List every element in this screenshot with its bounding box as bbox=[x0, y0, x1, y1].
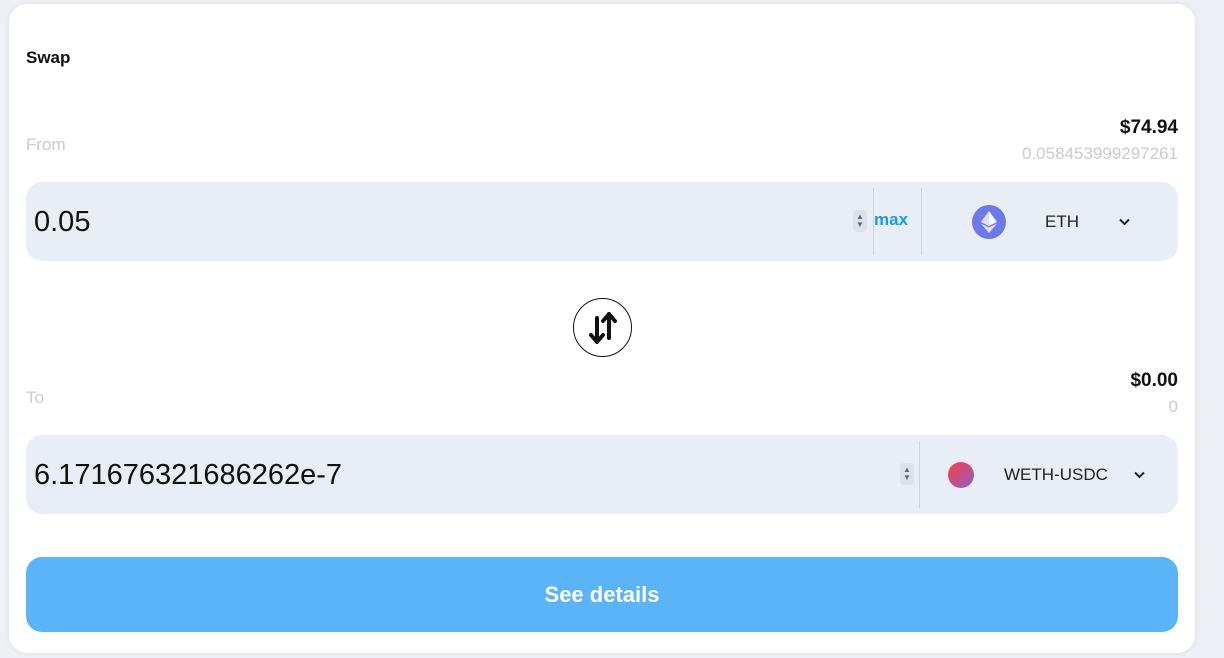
swap-arrows-icon bbox=[588, 311, 617, 344]
swap-card: Swap From $74.94 0.058453999297261 ▲ ▼ m… bbox=[9, 4, 1195, 653]
to-balance: 0 bbox=[1168, 397, 1178, 416]
to-token-selector[interactable]: WETH-USDC bbox=[948, 435, 1168, 514]
divider bbox=[919, 441, 920, 508]
to-usd-value: $0.00 bbox=[1130, 370, 1178, 391]
stepper-down-icon: ▼ bbox=[856, 220, 864, 229]
from-amount-input[interactable] bbox=[34, 206, 844, 239]
from-usd-value: $74.94 bbox=[1119, 117, 1178, 138]
to-amount-stepper[interactable]: ▲ ▼ bbox=[900, 463, 914, 485]
swap-direction-button[interactable] bbox=[573, 298, 632, 357]
page-title: Swap bbox=[26, 48, 71, 67]
max-button[interactable]: max bbox=[874, 210, 908, 230]
ethereum-icon bbox=[972, 204, 1006, 239]
weth-usdc-icon bbox=[948, 461, 974, 488]
from-balance: 0.058453999297261 bbox=[1022, 144, 1178, 163]
divider bbox=[921, 188, 922, 255]
from-token-selector[interactable]: ETH bbox=[972, 182, 1172, 261]
to-row: ▲ ▼ WETH-USDC bbox=[26, 435, 1178, 514]
to-token-name: WETH-USDC bbox=[1004, 464, 1108, 484]
from-amount-stepper[interactable]: ▲ ▼ bbox=[853, 210, 867, 232]
stepper-down-icon: ▼ bbox=[903, 473, 911, 482]
from-token-name: ETH bbox=[1045, 211, 1079, 231]
chevron-down-icon bbox=[1119, 214, 1130, 229]
to-label: To bbox=[26, 388, 44, 407]
from-label: From bbox=[26, 135, 66, 154]
chevron-down-icon bbox=[1134, 467, 1145, 482]
from-row: ▲ ▼ max ETH bbox=[26, 182, 1178, 261]
to-amount-input[interactable] bbox=[34, 459, 894, 492]
see-details-button[interactable]: See details bbox=[26, 557, 1178, 632]
